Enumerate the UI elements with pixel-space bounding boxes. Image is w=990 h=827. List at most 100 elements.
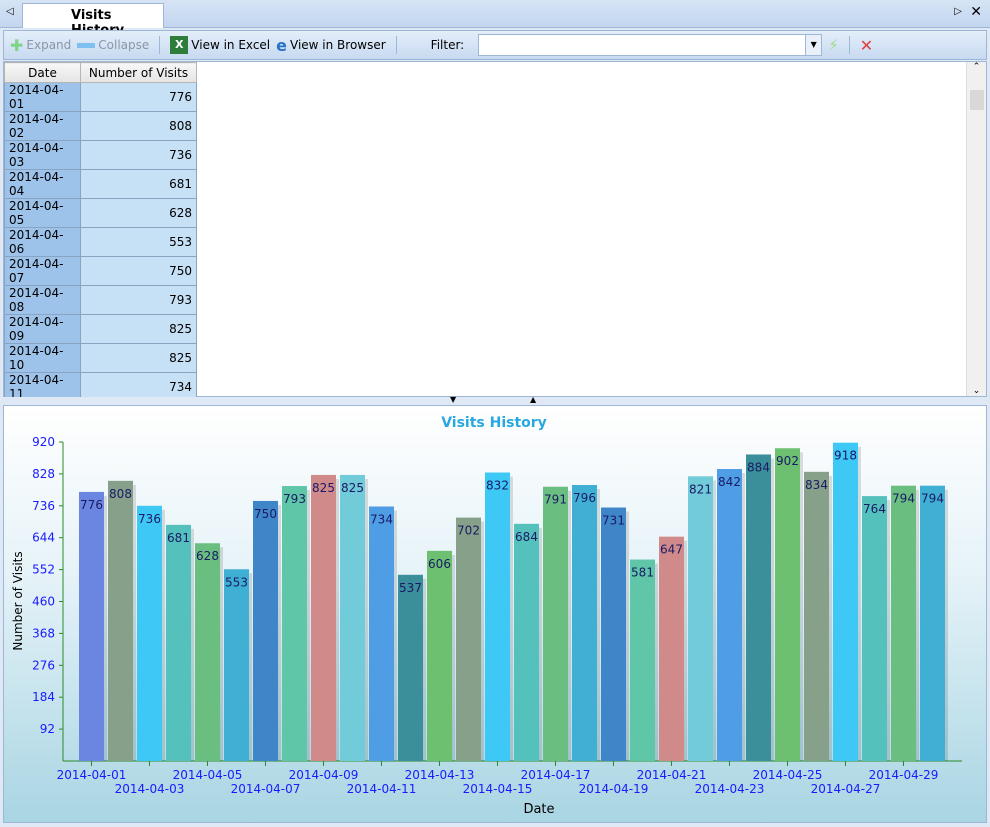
bar [340, 474, 365, 761]
bar [833, 442, 858, 761]
vertical-scrollbar[interactable]: ⌃ ⌄ [966, 62, 986, 396]
visits-cell[interactable]: 808 [80, 111, 197, 141]
y-tick-label: 552 [32, 563, 55, 577]
x-tick-label: 2014-04-13 [405, 768, 475, 782]
date-cell[interactable]: 2014-04-05 [4, 198, 81, 228]
collapse-down-icon[interactable]: ▼ [450, 395, 456, 404]
close-icon[interactable]: ✕ [970, 4, 982, 20]
bar [369, 506, 394, 761]
bar-value-label: 821 [689, 482, 712, 496]
table-row[interactable]: 2014-04-09 825 [4, 314, 197, 344]
bar-value-label: 681 [167, 531, 190, 545]
bar-value-label: 791 [544, 493, 567, 507]
visits-cell[interactable]: 750 [80, 256, 197, 286]
visits-cell[interactable]: 553 [80, 227, 197, 257]
filter-input[interactable]: ▼ [478, 34, 823, 56]
scroll-right-icon[interactable]: ▷ [954, 6, 962, 17]
data-grid: Date Number of Visits 2014-04-01 776 2014-… [3, 61, 987, 518]
bar-value-label: 628 [196, 549, 219, 563]
bar [891, 485, 916, 761]
visits-cell[interactable]: 736 [80, 140, 197, 170]
plus-icon: ✚ [10, 35, 24, 55]
date-cell[interactable]: 2014-04-03 [4, 140, 81, 170]
clear-filter-icon[interactable]: ✕ [860, 36, 873, 55]
bar-value-label: 918 [834, 449, 857, 463]
column-header-date[interactable]: Date [4, 62, 81, 83]
date-cell[interactable]: 2014-04-08 [4, 285, 81, 315]
x-tick-label: 2014-04-07 [231, 782, 301, 796]
separator [159, 36, 161, 54]
bar [572, 484, 597, 761]
bar-value-label: 581 [631, 566, 654, 580]
bar [79, 491, 104, 761]
collapse-up-icon[interactable]: ▲ [530, 395, 536, 404]
date-cell[interactable]: 2014-04-02 [4, 111, 81, 141]
table-row[interactable]: 2014-04-07 750 [4, 256, 197, 286]
toolbar: ✚ Expand Collapse X View in Excel e View in… [3, 30, 987, 60]
bar-value-label: 606 [428, 557, 451, 571]
visits-cell[interactable]: 681 [80, 169, 197, 199]
bar-value-label: 731 [602, 514, 625, 528]
apply-filter-icon[interactable]: ⚡ [828, 36, 839, 54]
x-tick-label: 2014-04-21 [637, 768, 707, 782]
column-header-visits[interactable]: Number of Visits [80, 62, 197, 83]
scrollbar-thumb[interactable] [970, 90, 984, 110]
bar [224, 569, 249, 761]
bar [514, 523, 539, 761]
scroll-down-icon[interactable]: ⌄ [967, 386, 986, 396]
bar [166, 524, 191, 761]
scroll-up-icon[interactable]: ⌃ [967, 62, 986, 72]
visits-cell[interactable]: 825 [80, 314, 197, 344]
table-row[interactable]: 2014-04-05 628 [4, 198, 197, 228]
date-cell[interactable]: 2014-04-07 [4, 256, 81, 286]
bar [108, 480, 133, 761]
scroll-left-icon[interactable]: ◁ [6, 6, 14, 17]
date-cell[interactable]: 2014-04-04 [4, 169, 81, 199]
bar-value-label: 825 [341, 481, 364, 495]
bar-value-label: 794 [892, 492, 915, 506]
splitter[interactable]: ▼ ▲ [0, 395, 990, 405]
date-cell[interactable]: 2014-04-09 [4, 314, 81, 344]
table-row[interactable]: 2014-04-01 776 [4, 82, 197, 112]
table-row[interactable]: 2014-04-02 808 [4, 111, 197, 141]
bar-value-label: 764 [863, 502, 886, 516]
visits-cell[interactable]: 628 [80, 198, 197, 228]
bar-value-label: 794 [921, 492, 944, 506]
bar [717, 469, 742, 761]
bar [137, 505, 162, 761]
chevron-down-icon[interactable]: ▼ [805, 35, 822, 55]
tab-bar: ◁ Visits History ▷ ✕ [0, 0, 990, 38]
bar [688, 476, 713, 761]
bar [456, 517, 481, 761]
date-cell[interactable]: 2014-04-06 [4, 227, 81, 257]
table-row[interactable]: 2014-04-04 681 [4, 169, 197, 199]
visits-cell[interactable]: 825 [80, 343, 197, 373]
view-in-excel-button[interactable]: X View in Excel [170, 36, 270, 54]
visits-cell[interactable]: 776 [80, 82, 197, 112]
expand-button[interactable]: ✚ Expand [10, 36, 71, 55]
bar [398, 574, 423, 761]
collapse-button[interactable]: Collapse [77, 38, 149, 52]
visits-cell[interactable]: 793 [80, 285, 197, 315]
date-cell[interactable]: 2014-04-01 [4, 82, 81, 112]
bar-value-label: 736 [138, 512, 161, 526]
view-in-browser-button[interactable]: e View in Browser [276, 36, 386, 55]
browser-label: View in Browser [290, 38, 386, 52]
table-row[interactable]: 2014-04-06 553 [4, 227, 197, 257]
y-tick-label: 276 [32, 658, 55, 672]
bar-value-label: 796 [573, 491, 596, 505]
y-axis-label: Number of Visits [11, 551, 25, 650]
date-cell[interactable]: 2014-04-10 [4, 343, 81, 373]
table-row[interactable]: 2014-04-08 793 [4, 285, 197, 315]
table-row[interactable]: 2014-04-03 736 [4, 140, 197, 170]
y-tick-label: 736 [32, 499, 55, 513]
table-row[interactable]: 2014-04-10 825 [4, 343, 197, 373]
y-tick-label: 920 [32, 435, 55, 449]
bar [862, 496, 887, 761]
bar-chart: Visits History Date Number of Visits 92 1… [11, 415, 962, 817]
tab-visits-history[interactable]: Visits History [22, 3, 164, 38]
bar [746, 454, 771, 761]
browser-icon: e [276, 35, 287, 55]
y-tick-label: 644 [32, 531, 55, 545]
bar-value-label: 825 [312, 481, 335, 495]
